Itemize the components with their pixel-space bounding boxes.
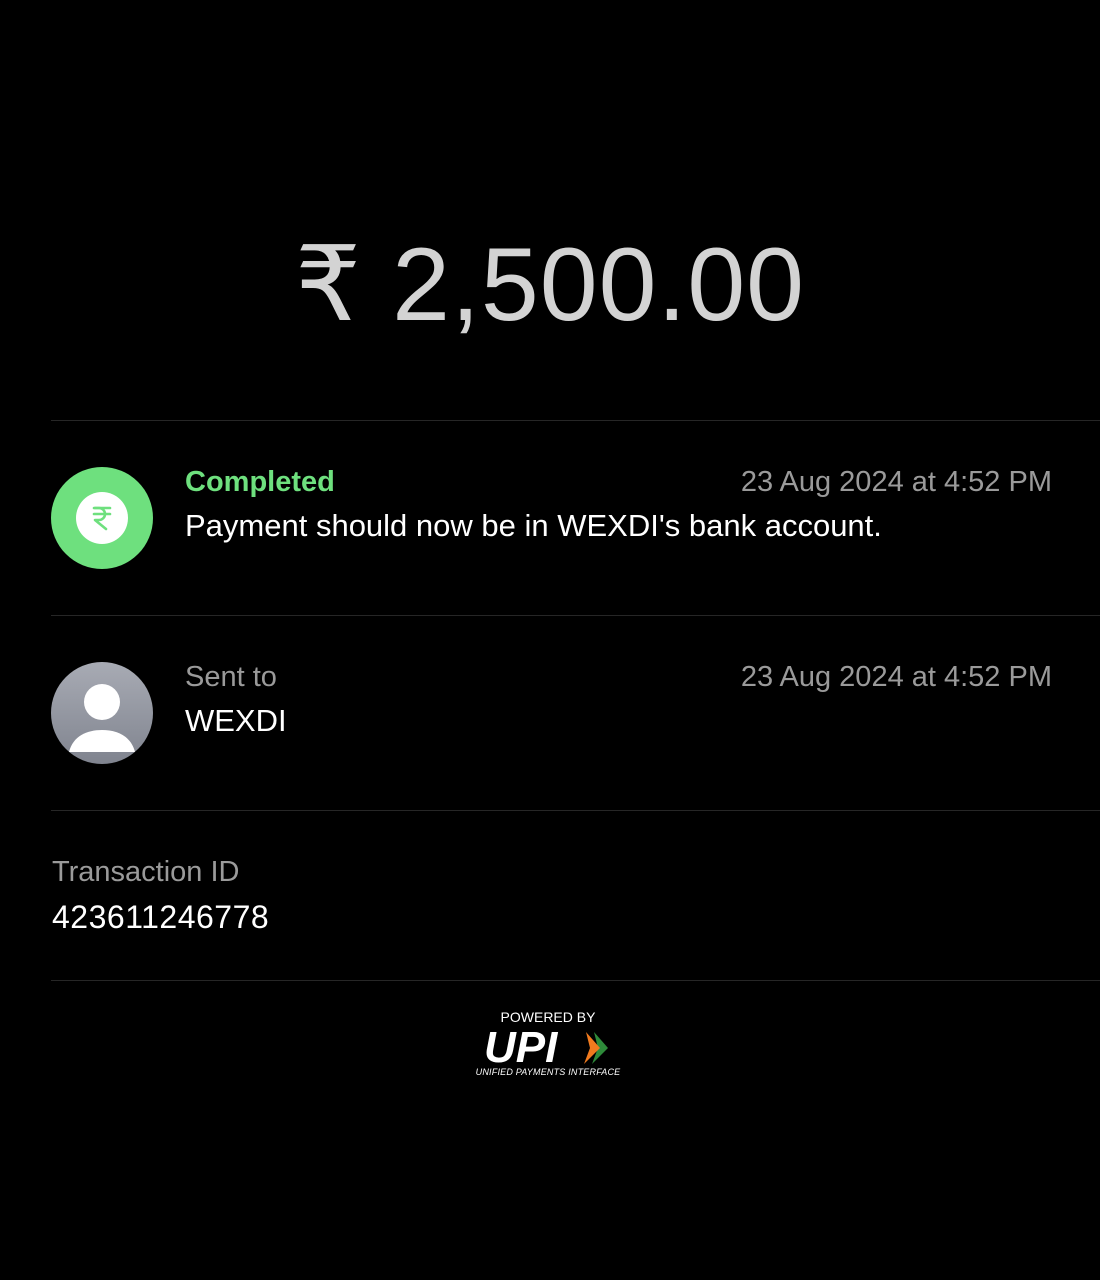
recipient-name: WEXDI — [185, 703, 287, 738]
divider — [51, 810, 1100, 811]
divider — [51, 420, 1100, 421]
transaction-id-label: Transaction ID — [52, 856, 240, 888]
status-label: Completed — [185, 466, 335, 498]
sent-to-label: Sent to — [185, 661, 277, 693]
currency-symbol: ₹ — [295, 227, 363, 343]
status-datetime: 23 Aug 2024 at 4:52 PM — [740, 466, 1052, 498]
recipient-avatar — [51, 662, 153, 764]
divider — [51, 615, 1100, 616]
upi-logo: POWERED BY UPI UNIFIED PAYMENTS INTERFAC… — [470, 1008, 630, 1082]
upi-full-name: UNIFIED PAYMENTS INTERFACE — [475, 1067, 621, 1077]
payment-amount: ₹2,500.00 — [0, 228, 1100, 342]
person-icon — [69, 684, 135, 752]
divider — [51, 980, 1100, 981]
status-message: Payment should now be in WEXDI's bank ac… — [185, 508, 882, 543]
status-avatar — [51, 467, 153, 569]
sent-datetime: 23 Aug 2024 at 4:52 PM — [740, 661, 1052, 693]
amount-value: 2,500.00 — [392, 227, 805, 343]
rupee-icon — [76, 492, 128, 544]
upi-wordmark-icon: UPI — [484, 1026, 608, 1068]
powered-by-text: POWERED BY — [500, 1009, 596, 1025]
transaction-id-value[interactable]: 423611246778 — [52, 898, 269, 936]
upi-brand: UPI — [484, 1026, 558, 1068]
